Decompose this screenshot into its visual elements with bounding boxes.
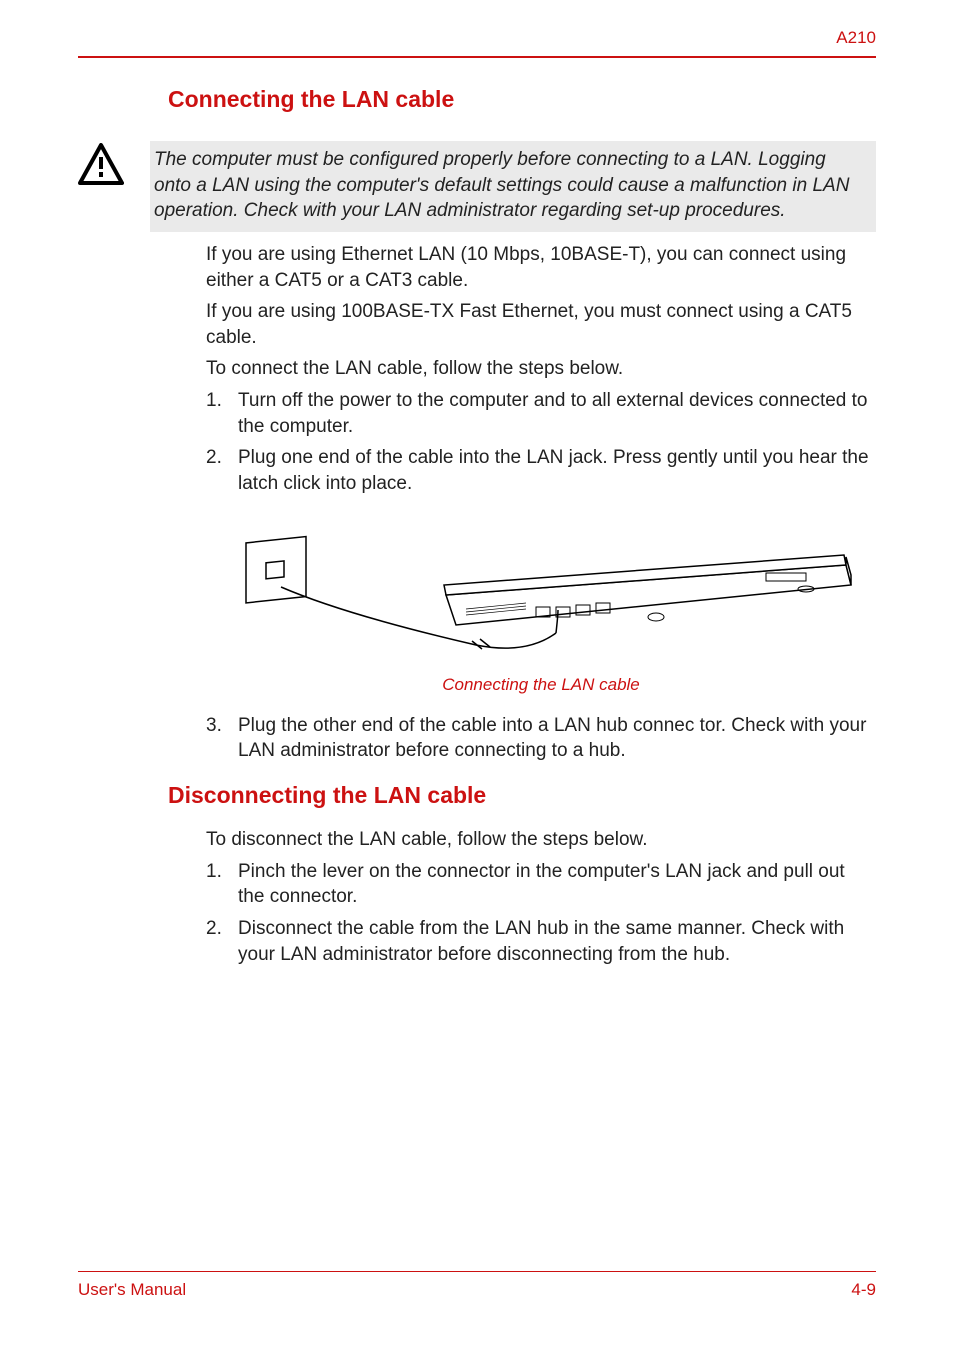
para-100base-tx: If you are using 100BASE-TX Fast Etherne… (206, 299, 876, 350)
footer-left: User's Manual (78, 1280, 186, 1300)
step-text: Plug one end of the cable into the LAN j… (238, 445, 876, 496)
page-footer: User's Manual 4-9 (78, 1271, 876, 1300)
step-number: 3. (206, 713, 238, 764)
warning-block: The computer must be configured properly… (78, 141, 876, 232)
footer-row: User's Manual 4-9 (78, 1280, 876, 1300)
footer-rule (78, 1271, 876, 1272)
disconnect-steps: 1. Pinch the lever on the connector in t… (206, 859, 876, 968)
step-number: 2. (206, 916, 238, 967)
list-item: 1. Turn off the power to the computer an… (206, 388, 876, 439)
step-text: Plug the other end of the cable into a L… (238, 713, 876, 764)
figure-lan-cable: Connecting the LAN cable (206, 515, 876, 695)
warning-icon (78, 143, 124, 185)
connect-steps-b: 3. Plug the other end of the cable into … (206, 713, 876, 764)
figure-caption: Connecting the LAN cable (206, 675, 876, 695)
step-text: Turn off the power to the computer and t… (238, 388, 876, 439)
warning-icon-wrap (78, 141, 150, 190)
warning-text: The computer must be configured properly… (150, 141, 876, 232)
step-number: 1. (206, 388, 238, 439)
step-number: 2. (206, 445, 238, 496)
page-header: A210 (0, 0, 954, 58)
para-steps-intro: To connect the LAN cable, follow the ste… (206, 356, 876, 382)
figure-image (226, 515, 856, 665)
para-disconnect-intro: To disconnect the LAN cable, follow the … (206, 827, 876, 853)
connect-steps-a: 1. Turn off the power to the computer an… (206, 388, 876, 497)
list-item: 2. Plug one end of the cable into the LA… (206, 445, 876, 496)
list-item: 3. Plug the other end of the cable into … (206, 713, 876, 764)
list-item: 2. Disconnect the cable from the LAN hub… (206, 916, 876, 967)
page-content: Connecting the LAN cable The computer mu… (0, 86, 954, 967)
para-ethernet-lan: If you are using Ethernet LAN (10 Mbps, … (206, 242, 876, 293)
heading-connecting-lan: Connecting the LAN cable (168, 86, 876, 113)
model-label: A210 (78, 28, 876, 48)
footer-page-number: 4-9 (851, 1280, 876, 1300)
heading-disconnecting-lan: Disconnecting the LAN cable (168, 782, 876, 809)
list-item: 1. Pinch the lever on the connector in t… (206, 859, 876, 910)
step-number: 1. (206, 859, 238, 910)
step-text: Pinch the lever on the connector in the … (238, 859, 876, 910)
header-rule (78, 56, 876, 58)
step-text: Disconnect the cable from the LAN hub in… (238, 916, 876, 967)
